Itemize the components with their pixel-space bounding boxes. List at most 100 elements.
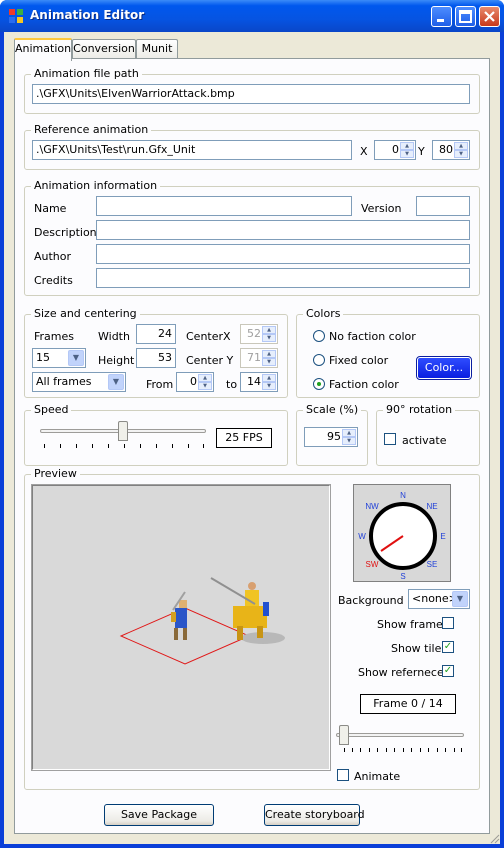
spin-up-icon[interactable]: ▲ (198, 374, 212, 382)
frames-select-value: 15 (36, 351, 50, 364)
show-reference-checkbox[interactable]: ✓ (442, 665, 454, 677)
reference-path-input[interactable]: .\GFX\Units\Test\run.Gfx_Unit (32, 140, 352, 160)
background-select-value: <none> (412, 592, 458, 605)
compass-label-se[interactable]: SE (427, 560, 438, 569)
compass-graphic: N NE E SE S SW W NW (358, 491, 445, 581)
frame-slider-thumb[interactable] (339, 725, 349, 745)
frame-slider-track[interactable] (336, 733, 464, 737)
minimize-icon (437, 19, 444, 22)
title-bar[interactable]: Animation Editor (0, 0, 504, 32)
tab-munit[interactable]: Munit (136, 39, 178, 59)
frame-mode-value: All frames (36, 375, 92, 388)
animated-unit-sprite (210, 577, 269, 640)
window-title: Animation Editor (30, 8, 145, 22)
resize-grip-icon[interactable] (488, 832, 500, 844)
frames-select[interactable]: 15 ▼ (32, 348, 86, 368)
frames-label: Frames (34, 330, 75, 343)
tab-conversion[interactable]: Conversion (72, 39, 136, 59)
create-storyboard-button[interactable]: Create storyboard (264, 804, 365, 826)
spin-up-icon[interactable]: ▲ (400, 142, 414, 150)
centery-value: 71 (247, 351, 261, 364)
show-tile-checkbox[interactable]: ✓ (442, 641, 454, 653)
preview-canvas[interactable] (31, 484, 331, 771)
compass-label-ne[interactable]: NE (426, 502, 437, 511)
frame-mode-select[interactable]: All frames ▼ (32, 372, 126, 392)
animate-label[interactable]: Animate (354, 770, 400, 783)
fixed-color-radio[interactable] (313, 354, 325, 366)
spin-down-icon[interactable]: ▼ (262, 334, 276, 342)
show-tile-label[interactable]: Show tile (391, 642, 441, 655)
height-input[interactable]: 53 (136, 348, 176, 368)
description-input[interactable] (96, 220, 470, 240)
maximize-button[interactable] (455, 6, 476, 27)
spin-down-icon[interactable]: ▼ (262, 382, 276, 390)
credits-label: Credits (34, 274, 73, 287)
centerx-spinner[interactable]: 52 ▲ ▼ (240, 324, 278, 344)
color-button[interactable]: Color... (416, 356, 472, 380)
author-label: Author (34, 250, 72, 263)
spin-down-icon[interactable]: ▼ (262, 358, 276, 366)
chevron-down-icon[interactable]: ▼ (68, 350, 84, 366)
file-path-input[interactable]: .\GFX\Units\ElvenWarriorAttack.bmp (32, 84, 470, 104)
author-input[interactable] (96, 244, 470, 264)
compass-label-e[interactable]: E (440, 532, 445, 541)
rotation-checkbox[interactable] (384, 433, 396, 445)
frame-slider-ticks (344, 748, 462, 753)
faction-color-label[interactable]: Faction color (329, 378, 399, 391)
tab-animation[interactable]: Animation (14, 38, 72, 61)
spin-up-icon[interactable]: ▲ (454, 142, 468, 150)
reference-y-spinner[interactable]: 80 ▲ ▼ (432, 140, 470, 160)
speed-slider-thumb[interactable] (118, 421, 128, 441)
animate-checkbox[interactable] (337, 769, 349, 781)
chevron-down-icon[interactable]: ▼ (452, 591, 468, 607)
centery-label: Center Y (186, 354, 234, 367)
spin-up-icon[interactable]: ▲ (262, 326, 276, 334)
compass-label-n[interactable]: N (400, 491, 406, 500)
reference-x-value: 0 (392, 143, 399, 156)
compass-label-w[interactable]: W (358, 532, 366, 541)
spin-up-icon[interactable]: ▲ (262, 374, 276, 382)
compass-label-sw[interactable]: SW (366, 560, 379, 569)
name-label: Name (34, 202, 67, 215)
background-label: Background (338, 594, 404, 607)
compass-label-s[interactable]: S (400, 572, 405, 581)
to-spinner[interactable]: 14 ▲ ▼ (240, 372, 278, 392)
spin-down-icon[interactable]: ▼ (198, 382, 212, 390)
chevron-down-icon[interactable]: ▼ (108, 374, 124, 390)
show-frame-checkbox[interactable] (442, 617, 454, 629)
spin-up-icon[interactable]: ▲ (262, 350, 276, 358)
file-path-caption: Animation file path (31, 67, 142, 80)
rotation-label[interactable]: activate (402, 434, 447, 447)
save-package-button[interactable]: Save Package (104, 804, 214, 826)
from-label: From (146, 378, 174, 391)
from-spinner[interactable]: 0 ▲ ▼ (176, 372, 214, 392)
spin-down-icon[interactable]: ▼ (454, 150, 468, 158)
credits-input[interactable] (96, 268, 470, 288)
version-label: Version (361, 202, 402, 215)
scale-value: 95 (327, 430, 341, 443)
name-input[interactable] (96, 196, 352, 216)
spin-up-icon[interactable]: ▲ (342, 429, 356, 437)
reference-x-spinner[interactable]: 0 ▲ ▼ (374, 140, 416, 160)
centery-spinner[interactable]: 71 ▲ ▼ (240, 348, 278, 368)
speed-slider-ticks (44, 444, 204, 449)
compass-label-nw[interactable]: NW (365, 502, 379, 511)
minimize-button[interactable] (431, 6, 452, 27)
version-input[interactable] (416, 196, 470, 216)
from-value: 0 (190, 375, 197, 388)
background-select[interactable]: <none> ▼ (408, 589, 470, 609)
info-caption: Animation information (31, 179, 161, 192)
spin-down-icon[interactable]: ▼ (400, 150, 414, 158)
faction-color-radio[interactable] (313, 378, 325, 390)
show-reference-label[interactable]: Show refernece (358, 666, 444, 679)
close-button[interactable] (479, 6, 500, 27)
scale-caption: Scale (%) (303, 403, 362, 416)
show-frame-label[interactable]: Show frame (377, 618, 443, 631)
direction-compass[interactable]: N NE E SE S SW W NW (353, 484, 451, 582)
no-faction-label[interactable]: No faction color (329, 330, 416, 343)
no-faction-radio[interactable] (313, 330, 325, 342)
spin-down-icon[interactable]: ▼ (342, 437, 356, 445)
scale-spinner[interactable]: 95 ▲ ▼ (304, 427, 358, 447)
fixed-color-label[interactable]: Fixed color (329, 354, 388, 367)
width-input[interactable]: 24 (136, 324, 176, 344)
